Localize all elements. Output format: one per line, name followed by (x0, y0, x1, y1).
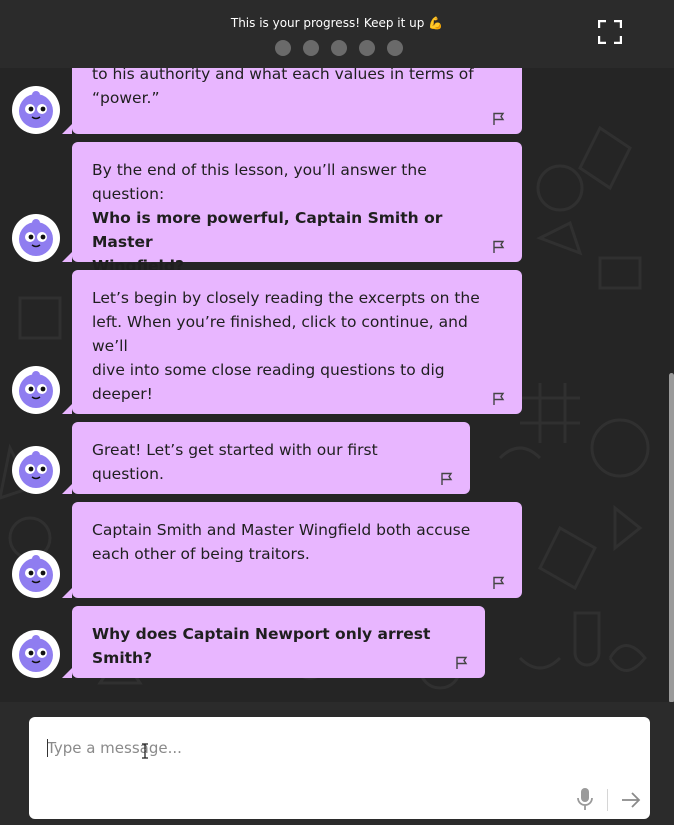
progress-dot (275, 40, 291, 56)
flag-icon[interactable] (492, 240, 506, 254)
message-bubble: Why does Captain Newport only arrest Smi… (62, 606, 485, 678)
flag-icon[interactable] (492, 112, 506, 126)
message-line: Let’s begin by closely reading the excer… (92, 289, 480, 307)
fullscreen-icon[interactable] (597, 19, 623, 45)
message-line: to his authority and what each values in… (92, 68, 474, 83)
progress-dots (275, 40, 403, 56)
message-line: By the end of this lesson, you’ll answer… (92, 161, 427, 203)
progress-dot (359, 40, 375, 56)
progress-dot (303, 40, 319, 56)
message-line: each other of being traitors. (92, 545, 310, 563)
bot-avatar (12, 366, 60, 414)
message-line: Great! Let’s get started with our first … (92, 441, 378, 483)
top-bar: This is your progress! Keep it up 💪 (0, 0, 674, 68)
message-line: Who is more powerful, Captain Smith or M… (92, 209, 443, 251)
flag-icon[interactable] (455, 656, 469, 670)
message-line: Why does Captain Newport only arrest Smi… (92, 625, 431, 667)
bot-avatar (12, 630, 60, 678)
message-bubble: Let’s begin by closely reading the excer… (62, 270, 522, 414)
message-bubble: Captain Smith and Master Wingfield both … (62, 502, 522, 598)
progress-dot (331, 40, 347, 56)
chat-scrollbar[interactable] (669, 373, 674, 702)
flag-icon[interactable] (440, 472, 454, 486)
message-line: Captain Smith and Master Wingfield both … (92, 521, 471, 539)
progress-dot (387, 40, 403, 56)
message-line: deeper! (92, 385, 153, 403)
message-input[interactable] (47, 735, 607, 761)
text-caret (47, 739, 48, 757)
message-composer (29, 717, 650, 819)
flag-icon[interactable] (492, 576, 506, 590)
message-line: dive into some close reading questions t… (92, 361, 445, 379)
message-line: “power.” (92, 89, 160, 107)
bot-avatar (12, 446, 60, 494)
text-cursor-icon (142, 743, 148, 759)
bot-avatar (12, 214, 60, 262)
bot-avatar (12, 86, 60, 134)
message-line: left. When you’re finished, click to con… (92, 313, 468, 355)
message-bubble: Great! Let’s get started with our first … (62, 422, 470, 494)
flag-icon[interactable] (492, 392, 506, 406)
message-bubble: to his authority and what each values in… (62, 68, 522, 134)
progress-text: This is your progress! Keep it up 💪 (230, 16, 444, 30)
microphone-icon[interactable] (575, 787, 595, 811)
send-arrow-icon[interactable] (620, 789, 642, 811)
bot-avatar (12, 550, 60, 598)
composer-divider (607, 789, 608, 811)
message-bubble: By the end of this lesson, you’ll answer… (62, 142, 522, 275)
chat-transcript[interactable]: to his authority and what each values in… (0, 68, 674, 702)
